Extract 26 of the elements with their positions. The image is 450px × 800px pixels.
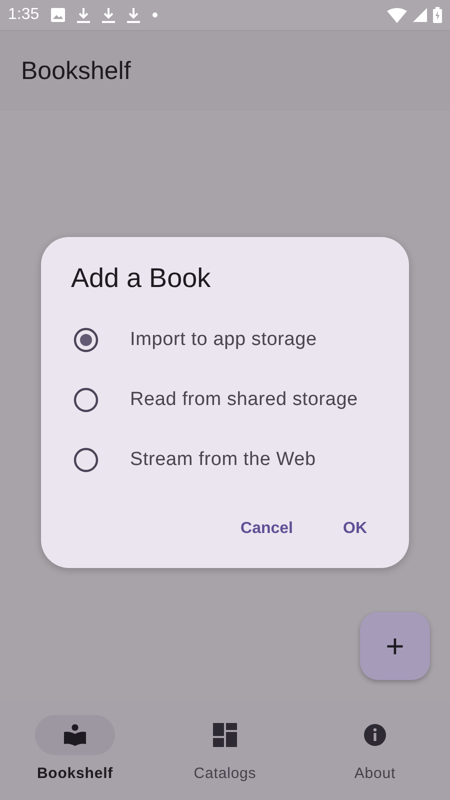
option-label[interactable]: Import to app storage: [130, 329, 317, 351]
radio-button[interactable]: [73, 447, 99, 473]
download-icon: [127, 8, 140, 22]
radio-button[interactable]: [73, 387, 99, 413]
dot-icon: [152, 12, 158, 18]
dialog-title: Add a Book: [71, 263, 212, 294]
signal-icon: [413, 8, 427, 22]
cancel-button[interactable]: Cancel: [222, 510, 311, 548]
nav-tab[interactable]: Catalogs: [194, 765, 256, 782]
download-icon: [102, 8, 116, 22]
download-icon: [77, 8, 90, 22]
nav-tab[interactable]: About: [354, 765, 396, 782]
nav-tab[interactable]: Bookshelf: [36, 765, 114, 782]
radio-button[interactable]: [73, 327, 99, 353]
info-icon: [363, 723, 387, 747]
option-label[interactable]: Read from shared storage: [130, 389, 358, 411]
wifi-icon: [387, 8, 407, 22]
app-title: Bookshelf: [21, 56, 131, 86]
book-icon: [63, 723, 87, 747]
add-button[interactable]: +: [360, 612, 430, 680]
option-label[interactable]: Stream from the Web: [130, 449, 316, 471]
dashboard-icon: [213, 723, 237, 747]
battery-icon: [433, 7, 442, 23]
image-icon: [51, 8, 66, 22]
ok-button[interactable]: OK: [325, 510, 385, 548]
status-time: 1:35: [8, 6, 40, 24]
